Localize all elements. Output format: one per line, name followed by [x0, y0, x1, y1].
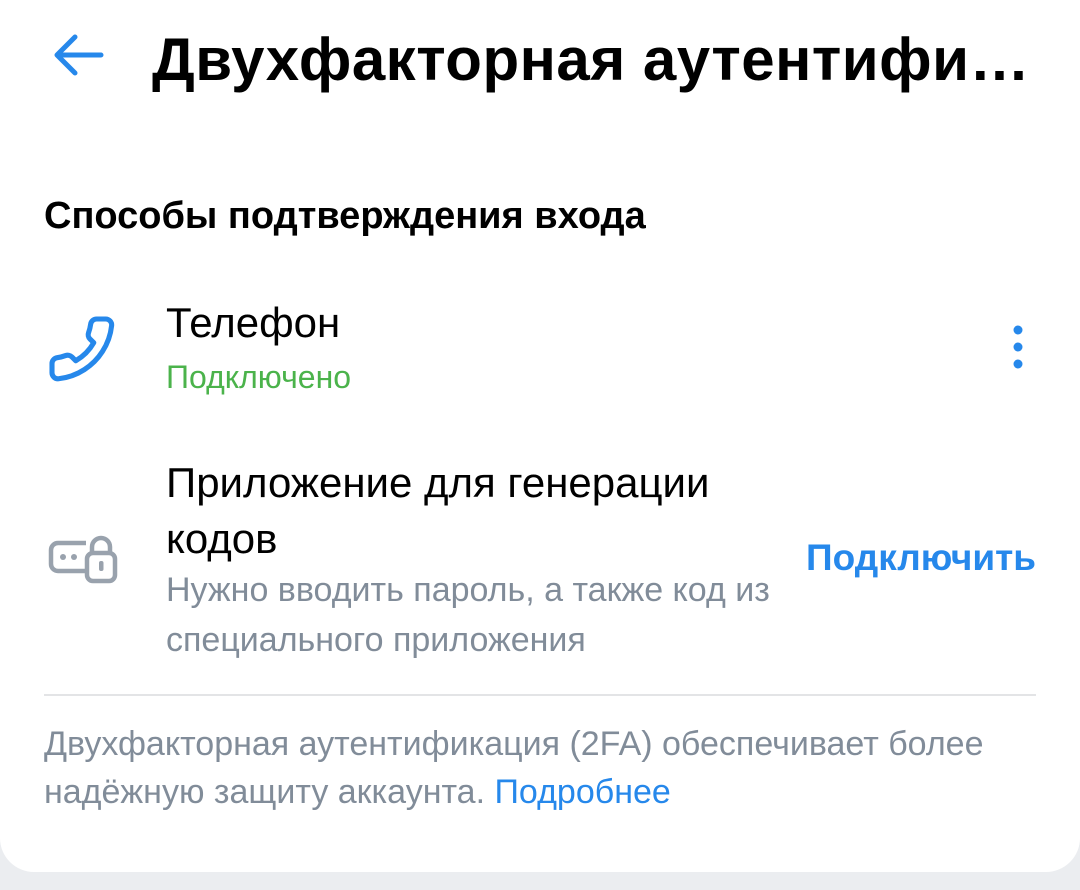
footer-note: Двухфакторная аутентификация (2FA) обесп…	[44, 720, 1044, 816]
method-row-phone[interactable]: Телефон Подключено	[0, 285, 1080, 415]
more-options-button[interactable]	[996, 315, 1040, 379]
method-title-phone: Телефон	[166, 299, 341, 346]
method-row-app[interactable]: Приложение для генерации кодов Нужно вво…	[0, 445, 1080, 675]
divider	[44, 694, 1036, 696]
header: Двухфакторная аутентифик…	[0, 0, 1080, 120]
back-button[interactable]	[44, 22, 110, 88]
method-description-app: Нужно вводить пароль, а также код из спе…	[166, 571, 770, 659]
status-connected: Подключено	[166, 359, 352, 395]
section-title: Способы подтверждения входа	[44, 195, 646, 237]
more-vertical-icon	[1013, 325, 1023, 369]
method-title-app: Приложение для генерации кодов	[166, 459, 710, 562]
page-title: Двухфакторная аутентифик…	[152, 26, 1042, 93]
phone-icon	[46, 313, 118, 385]
settings-card: Двухфакторная аутентифик… Способы подтве…	[0, 0, 1080, 872]
arrow-left-icon	[54, 34, 104, 76]
learn-more-link[interactable]: Подробнее	[494, 773, 670, 811]
connect-button[interactable]: Подключить	[806, 533, 1036, 583]
app-code-lock-icon	[46, 527, 120, 587]
